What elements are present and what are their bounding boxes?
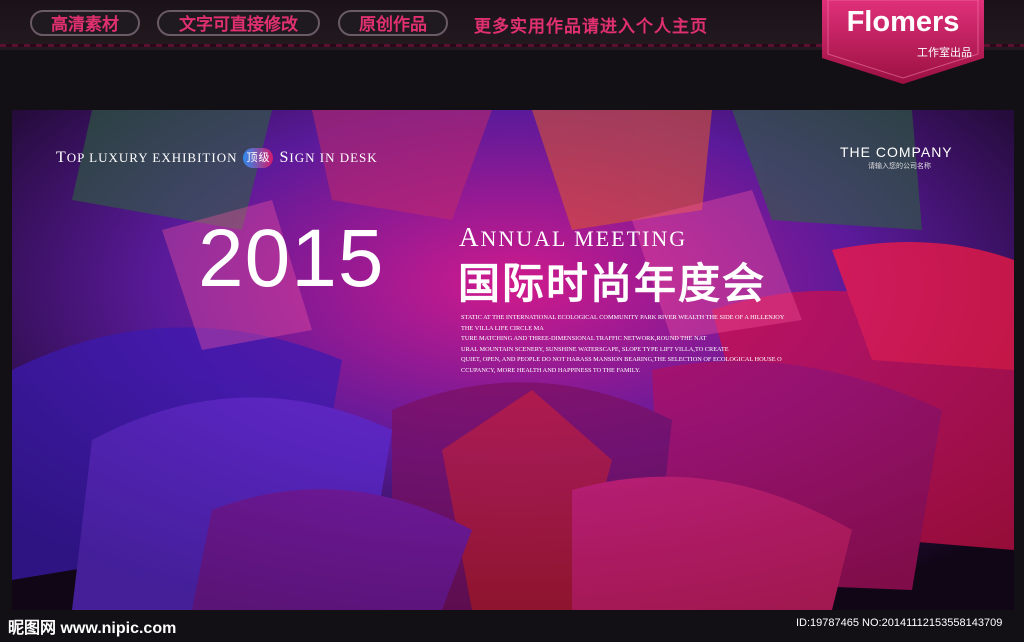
body-line: QUIET, OPEN, AND PEOPLE DO NOT HARASS MA… bbox=[461, 356, 782, 363]
premium-tag: 顶级 bbox=[243, 148, 274, 168]
studio-subtitle: 工作室出品 bbox=[917, 47, 972, 59]
body-line: STATIC AT THE INTERNATIONAL ECOLOGICAL C… bbox=[461, 314, 785, 321]
annual-meeting-heading: ANNUAL MEETING bbox=[459, 222, 687, 253]
poster-artwork: T OP LUXURY EXHIBITION 顶级 S IGN IN DESK … bbox=[12, 110, 1014, 610]
promo-text[interactable]: 更多实用作品请进入个人主页 bbox=[474, 12, 708, 37]
annual-rest: NNUAL MEETING bbox=[480, 226, 688, 251]
image-id: ID:19787465 NO:20141112153558143709 bbox=[796, 617, 1003, 629]
body-line: THE VILLA LIFE CIRCLE MA bbox=[461, 324, 544, 332]
pill-hd-material: 高清素材 bbox=[30, 10, 140, 36]
chinese-title: 国际时尚年度会 bbox=[458, 260, 767, 307]
tagline: T OP LUXURY EXHIBITION 顶级 S IGN IN DESK bbox=[56, 148, 378, 168]
pill-original-work: 原创作品 bbox=[338, 10, 448, 36]
pill-editable-text: 文字可直接修改 bbox=[157, 10, 320, 36]
body-line: URAL MOUNTAIN SCENERY, SUNSHINE WATERSCA… bbox=[461, 345, 729, 353]
site-watermark: 昵图网 www.nipic.com bbox=[8, 620, 177, 637]
body-line: TURE MATCHING AND THREE-DIMENSIONAL TRAF… bbox=[461, 335, 707, 342]
tagline-initial-2: S bbox=[279, 149, 290, 166]
body-copy: STATIC AT THE INTERNATIONAL ECOLOGICAL C… bbox=[461, 313, 851, 376]
studio-logo: Flomers bbox=[846, 6, 960, 38]
company-name: THE COMPANY bbox=[840, 144, 953, 160]
studio-badge: Flomers 工作室出品 bbox=[822, 0, 984, 84]
year-text: 2015 bbox=[198, 213, 385, 304]
tagline-initial-1: T bbox=[56, 149, 67, 166]
tagline-part-1: OP LUXURY EXHIBITION bbox=[66, 150, 238, 165]
annual-initial: A bbox=[459, 222, 481, 252]
company-subtitle: 请输入您的公司名称 bbox=[868, 163, 931, 170]
body-line: CCUPANCY, MORE HEALTH AND HAPPINESS TO T… bbox=[461, 366, 641, 374]
tagline-part-2: IGN IN DESK bbox=[289, 150, 378, 165]
